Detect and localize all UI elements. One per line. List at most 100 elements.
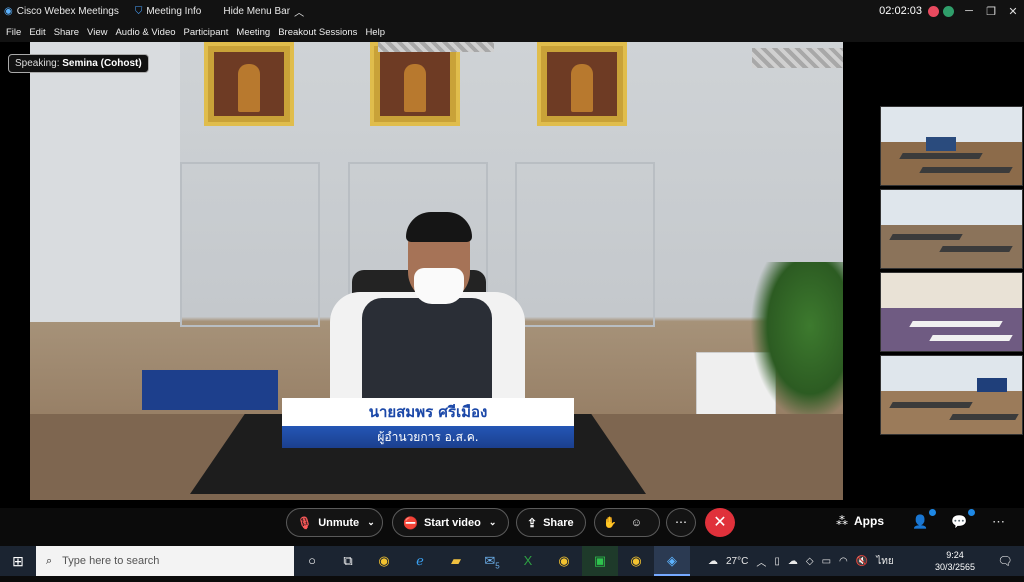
start-video-button[interactable]: ⛔ Start video ⌄ bbox=[392, 508, 509, 537]
menu-meeting[interactable]: Meeting bbox=[236, 27, 270, 38]
webex-taskbar-icon[interactable]: ◈ bbox=[654, 546, 690, 576]
hide-menu-bar-label: Hide Menu Bar bbox=[223, 5, 291, 17]
portrait-frame bbox=[537, 42, 627, 126]
speaking-name: Semina (Cohost) bbox=[62, 58, 142, 69]
participant-video-thumb[interactable] bbox=[880, 272, 1023, 352]
portrait-frame bbox=[370, 42, 460, 126]
notification-center-icon[interactable]: 🗨 bbox=[990, 546, 1020, 576]
chrome-profile-icon[interactable]: ◉ bbox=[546, 546, 582, 576]
search-placeholder: Type here to search bbox=[62, 555, 160, 567]
notification-badge bbox=[929, 509, 936, 516]
hide-menu-bar-button[interactable]: Hide Menu Bar ︿ bbox=[223, 4, 304, 19]
more-panels-icon[interactable]: ⋯ bbox=[992, 514, 1005, 530]
tray-app-icon[interactable]: ▯ bbox=[774, 556, 780, 567]
minimize-icon[interactable]: ─ bbox=[958, 5, 980, 17]
speaking-indicator: Speaking: Semina (Cohost) bbox=[8, 54, 149, 73]
file-explorer-icon[interactable]: ▰ bbox=[438, 546, 474, 576]
portrait-frame bbox=[204, 42, 294, 126]
taskbar-clock[interactable]: 9:24 30/3/2565 bbox=[935, 549, 975, 573]
menu-help[interactable]: Help bbox=[365, 27, 385, 38]
unmute-button[interactable]: 🎙 Unmute ⌄ bbox=[286, 508, 383, 537]
more-options-button[interactable]: ⋯ bbox=[666, 508, 696, 537]
raise-hand-icon[interactable]: ✋ bbox=[603, 516, 617, 529]
participant-video-thumb[interactable] bbox=[880, 106, 1023, 186]
search-icon: ⌕ bbox=[46, 554, 53, 567]
menu-breakout-sessions[interactable]: Breakout Sessions bbox=[278, 27, 357, 38]
apps-label: Apps bbox=[854, 514, 884, 528]
shield-icon: ⛉ bbox=[134, 5, 143, 17]
windows-start-icon[interactable]: ⊞ bbox=[0, 546, 36, 576]
wifi-icon[interactable]: ◠ bbox=[839, 556, 848, 567]
microphone-muted-icon: 🎙 bbox=[297, 515, 313, 530]
mail-icon[interactable]: ✉5 bbox=[474, 546, 510, 576]
participants-icon[interactable]: 👤 bbox=[912, 514, 928, 530]
active-speaker-video[interactable]: นายสมพร ศรีเมือง ผู้อำนวยการ อ.ส.ค. bbox=[30, 42, 843, 500]
pixelated-area bbox=[378, 42, 494, 52]
start-video-label: Start video bbox=[423, 516, 481, 529]
menu-view[interactable]: View bbox=[87, 27, 107, 38]
participant-video-thumb[interactable] bbox=[880, 189, 1023, 269]
chat-icon[interactable]: 💬 bbox=[951, 514, 967, 530]
meeting-timer: 02:02:03 bbox=[879, 5, 922, 17]
taskbar-search-box[interactable]: ⌕ Type here to search bbox=[36, 546, 294, 576]
network-health-icon[interactable] bbox=[943, 5, 954, 17]
chevron-up-icon: ︿ bbox=[294, 7, 305, 19]
wall-left bbox=[30, 42, 180, 322]
line-icon[interactable]: ▣ bbox=[582, 546, 618, 576]
chrome-icon[interactable]: ◉ bbox=[366, 546, 402, 576]
app-title: ◉ Cisco Webex Meetings bbox=[4, 6, 119, 17]
weather-temp[interactable]: 27°C bbox=[726, 556, 748, 567]
menu-edit[interactable]: Edit bbox=[29, 27, 45, 38]
chrome-profile-icon[interactable]: ◉ bbox=[618, 546, 654, 576]
share-label: Share bbox=[543, 516, 574, 529]
menu-share[interactable]: Share bbox=[54, 27, 79, 38]
caption-title: ผู้อำนวยการ อ.ส.ค. bbox=[282, 426, 574, 448]
participant-video-thumb[interactable] bbox=[880, 355, 1023, 435]
menu-audio-video[interactable]: Audio & Video bbox=[115, 27, 175, 38]
meeting-info-label: Meeting Info bbox=[146, 5, 202, 17]
leave-meeting-button[interactable]: ✕ bbox=[705, 508, 735, 537]
clock-time: 9:24 bbox=[946, 550, 964, 560]
excel-icon[interactable]: X bbox=[510, 546, 546, 576]
dropbox-icon[interactable]: ◇ bbox=[806, 556, 814, 567]
meeting-info-button[interactable]: ⛉ Meeting Info bbox=[135, 6, 202, 17]
apps-button[interactable]: ⁂ Apps bbox=[836, 514, 884, 528]
meeting-stage: นายสมพร ศรีเมือง ผู้อำนวยการ อ.ส.ค. Spea… bbox=[0, 42, 1024, 508]
cortana-icon[interactable]: ○ bbox=[294, 546, 330, 576]
notification-badge bbox=[968, 509, 975, 516]
share-icon: ⇪ bbox=[527, 515, 538, 530]
close-icon[interactable]: ✕ bbox=[1002, 5, 1024, 18]
speaker-caption: นายสมพร ศรีเมือง ผู้อำนวยการ อ.ส.ค. bbox=[282, 398, 574, 448]
show-hidden-icons[interactable]: ︿ bbox=[756, 554, 766, 569]
onedrive-icon[interactable]: ☁ bbox=[788, 556, 798, 567]
battery-icon[interactable]: ▭ bbox=[822, 556, 831, 567]
wall-panel bbox=[180, 162, 320, 327]
recording-icon[interactable] bbox=[928, 5, 939, 17]
mail-badge: 5 bbox=[495, 561, 500, 571]
menu-file[interactable]: File bbox=[6, 27, 21, 38]
menu-participant[interactable]: Participant bbox=[184, 27, 229, 38]
unmute-label: Unmute bbox=[318, 516, 360, 529]
edge-icon[interactable]: ℯ bbox=[402, 546, 438, 576]
share-button[interactable]: ⇪ Share bbox=[516, 508, 586, 537]
wall-panel bbox=[515, 162, 655, 327]
input-language[interactable]: ไทย bbox=[876, 554, 893, 569]
restore-icon[interactable]: ❐ bbox=[980, 5, 1002, 18]
meeting-controls: 🎙 Unmute ⌄ ⛔ Start video ⌄ ⇪ Share ✋ ☺ ⋯… bbox=[0, 508, 1024, 542]
title-bar-right: 02:02:03 ─ ❐ ✕ bbox=[879, 0, 1024, 22]
video-off-icon: ⛔ bbox=[403, 515, 418, 530]
speaker-muted-icon[interactable]: 🔇 bbox=[856, 556, 868, 567]
reactions-icon[interactable]: ☺ bbox=[631, 517, 642, 529]
chevron-down-icon[interactable]: ⌄ bbox=[489, 517, 497, 528]
caption-name: นายสมพร ศรีเมือง bbox=[282, 398, 574, 426]
chevron-down-icon[interactable]: ⌄ bbox=[367, 517, 375, 528]
app-name: Cisco Webex Meetings bbox=[16, 5, 119, 17]
pixelated-area bbox=[752, 48, 843, 68]
task-view-icon[interactable]: ⧉ bbox=[330, 546, 366, 576]
weather-icon[interactable]: ☁ bbox=[708, 556, 718, 567]
system-tray: ☁ 27°C ︿ ▯ ☁ ◇ ▭ ◠ 🔇 ไทย bbox=[708, 546, 894, 576]
speaking-prefix: Speaking: bbox=[15, 58, 60, 69]
plant bbox=[750, 262, 843, 422]
reactions-group: ✋ ☺ bbox=[594, 508, 660, 537]
webex-logo-icon: ◉ bbox=[4, 5, 13, 17]
